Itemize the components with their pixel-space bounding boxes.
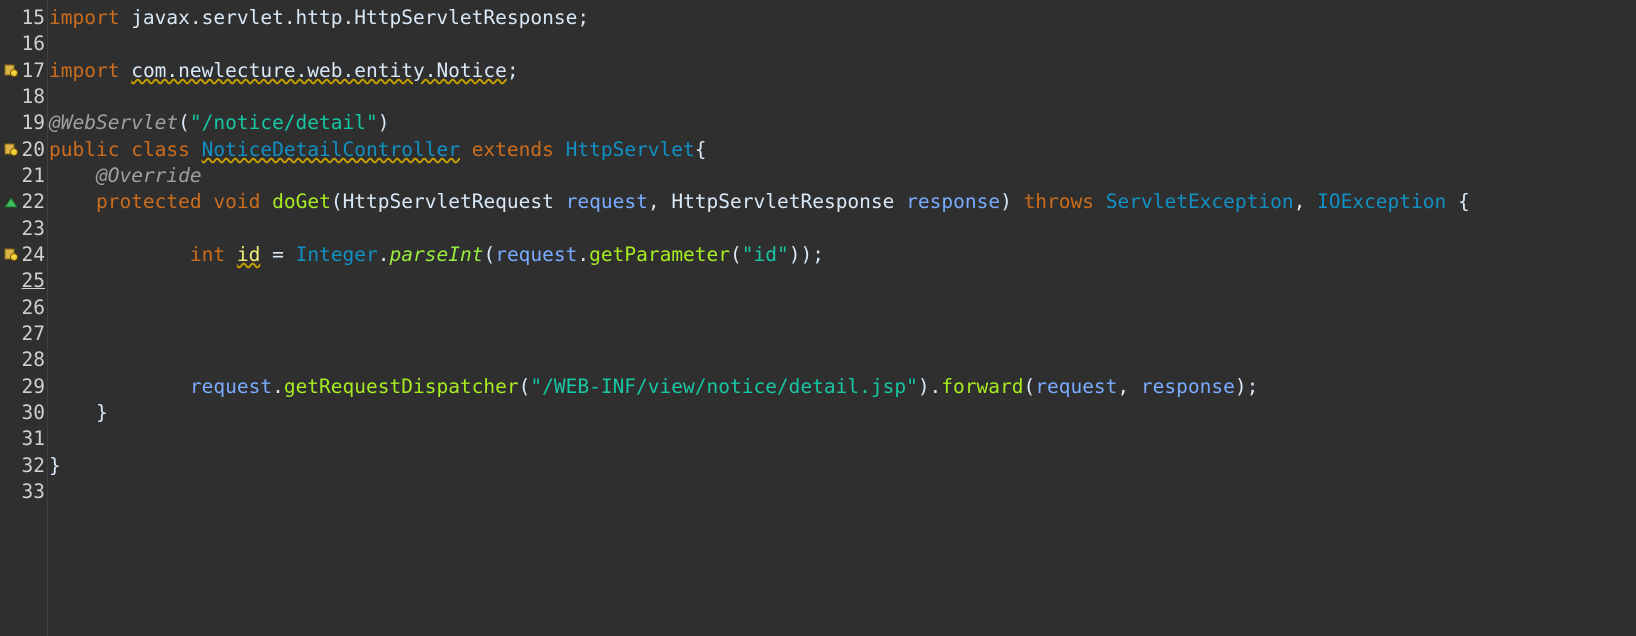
line-number: 29: [21, 375, 45, 398]
line-number: 33: [21, 480, 45, 503]
brace: {: [1458, 190, 1470, 213]
bulb-warning-icon[interactable]: [4, 63, 18, 77]
line-number: 21: [21, 164, 45, 187]
keyword: extends: [471, 138, 554, 161]
superclass-name: HttpServlet: [565, 138, 695, 161]
method-call: getRequestDispatcher: [283, 375, 519, 398]
dot: .: [272, 375, 284, 398]
import-path: com.newlecture.web.entity.Notice: [131, 59, 507, 82]
parameter: request: [495, 243, 578, 266]
exception-type: IOException: [1317, 190, 1447, 213]
line-number-gutter[interactable]: 15 16 17 18 19 20 21 22 23 24 25 26 27 2…: [0, 0, 48, 636]
exception-type: ServletException: [1105, 190, 1294, 213]
dot: .: [377, 243, 390, 266]
method-name: doGet: [272, 190, 331, 213]
paren: (: [730, 243, 742, 266]
code-line-24[interactable]: int id = Integer.parseInt(request.getPar…: [49, 241, 824, 268]
parameter: request: [565, 190, 648, 213]
code-line-30[interactable]: }: [49, 399, 108, 426]
code-line-21[interactable]: @Override: [49, 162, 202, 189]
keyword: throws: [1023, 190, 1095, 213]
bulb-warning-icon[interactable]: [4, 247, 18, 261]
paren: (: [330, 190, 343, 213]
code-editor[interactable]: 15 16 17 18 19 20 21 22 23 24 25 26 27 2…: [0, 0, 1636, 636]
line-number: 27: [21, 322, 45, 345]
paren: (: [483, 243, 496, 266]
comma: ,: [1117, 375, 1141, 398]
keyword: protected: [95, 190, 202, 213]
method-call: getParameter: [589, 243, 731, 266]
code-line-19[interactable]: @WebServlet("/notice/detail"): [49, 109, 389, 136]
line-number: 32: [21, 454, 45, 477]
paren: (: [518, 375, 531, 398]
closing-brace: }: [95, 401, 108, 424]
line-number: 18: [21, 85, 45, 108]
comma: ,: [1293, 190, 1306, 213]
line-number: 23: [21, 217, 45, 240]
code-line-17[interactable]: import com.newlecture.web.entity.Notice;: [49, 57, 519, 84]
keyword: int: [189, 243, 226, 266]
parameter: response: [1140, 375, 1235, 398]
class-name: Integer: [295, 243, 378, 266]
paren: ): [377, 111, 390, 134]
param-type: HttpServletResponse: [671, 190, 895, 213]
line-number: 30: [21, 401, 45, 424]
parameter: request: [189, 375, 273, 398]
string-literal: "/notice/detail": [189, 111, 378, 134]
paren: ).: [917, 375, 942, 398]
operator: =: [260, 243, 296, 266]
static-method: parseInt: [389, 243, 484, 266]
string-literal: "/WEB-INF/view/notice/detail.jsp": [530, 375, 918, 398]
keyword: class: [131, 138, 190, 161]
bulb-warning-icon[interactable]: [4, 142, 18, 156]
parameter: request: [1035, 375, 1118, 398]
code-line-15[interactable]: import javax.servlet.http.HttpServletRes…: [49, 4, 589, 31]
import-path: javax.servlet.http.HttpServletResponse;: [119, 6, 590, 29]
line-number: 26: [21, 296, 45, 319]
paren: (: [1023, 375, 1036, 398]
keyword: import: [49, 6, 120, 29]
method-call: forward: [941, 375, 1024, 398]
code-line-32[interactable]: }: [49, 452, 61, 479]
line-number: 19: [21, 111, 45, 134]
dot: .: [577, 243, 590, 266]
keyword: public: [49, 138, 120, 161]
annotation: @Override: [95, 164, 202, 187]
brace: {: [694, 138, 707, 161]
line-number: 31: [21, 427, 45, 450]
closing-brace: }: [49, 454, 61, 477]
code-line-29[interactable]: request.getRequestDispatcher("/WEB-INF/v…: [49, 373, 1258, 400]
param-type: HttpServletRequest: [342, 190, 554, 213]
code-line-20[interactable]: public class NoticeDetailController exte…: [49, 136, 707, 163]
parameter: response: [906, 190, 1001, 213]
semicolon: ;: [506, 59, 519, 82]
line-number: 28: [21, 348, 45, 371]
override-triangle-icon[interactable]: [4, 196, 18, 210]
comma: ,: [647, 190, 660, 213]
paren: );: [1234, 375, 1259, 398]
keyword: void: [213, 190, 261, 213]
keyword: import: [49, 59, 120, 82]
paren: ): [1000, 190, 1012, 213]
local-variable: id: [236, 243, 261, 266]
string-literal: "id": [741, 243, 789, 266]
paren: (: [178, 111, 190, 134]
annotation: @WebServlet: [49, 111, 179, 134]
class-name: NoticeDetailController: [201, 138, 460, 161]
line-number: 15: [21, 6, 45, 29]
code-line-22[interactable]: protected void doGet(HttpServletRequest …: [49, 188, 1470, 215]
line-number: 25: [21, 269, 45, 292]
line-number: 16: [21, 32, 45, 55]
paren: ));: [788, 243, 824, 266]
